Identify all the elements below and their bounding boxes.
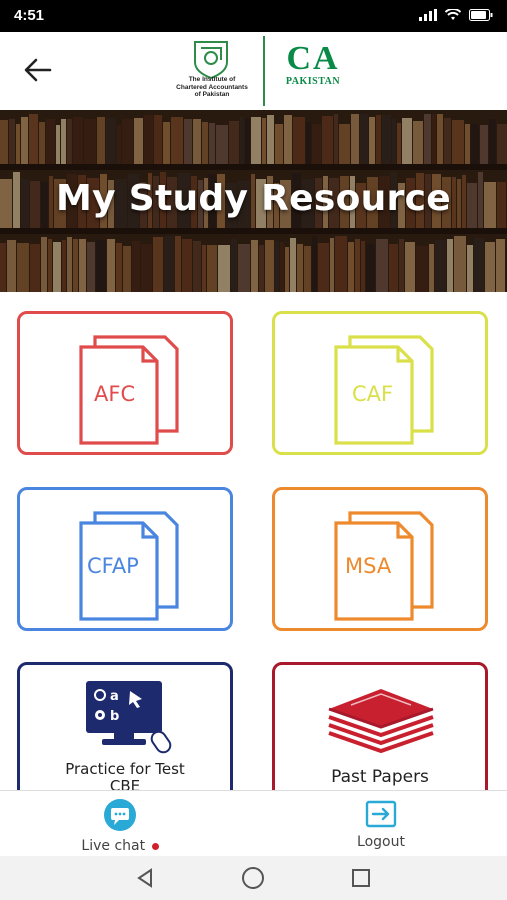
caf-label: CAF bbox=[352, 382, 394, 406]
nav-recents-icon[interactable] bbox=[350, 867, 372, 889]
logo-line-2: Chartered Accountants bbox=[176, 83, 248, 91]
status-time: 4:51 bbox=[14, 7, 45, 24]
svg-text:b: b bbox=[110, 709, 119, 724]
icap-logo: The Institute of Chartered Accountants o… bbox=[175, 36, 355, 106]
hero-banner: My Study Resource bbox=[0, 110, 507, 292]
signal-icon bbox=[419, 9, 437, 21]
practice-cbe-label: Practice for Test CBE bbox=[65, 760, 185, 791]
logout-button[interactable]: Logout bbox=[301, 799, 461, 850]
afc-card[interactable]: AFC bbox=[17, 311, 233, 455]
nav-home-icon[interactable] bbox=[241, 866, 265, 890]
wifi-icon bbox=[445, 9, 461, 20]
live-chat-button[interactable]: Live chat bbox=[40, 799, 200, 854]
ca-sub: PAKISTAN bbox=[285, 76, 341, 87]
live-chat-label: Live chat bbox=[81, 838, 146, 854]
bottom-bar: Live chat Logout bbox=[0, 790, 507, 857]
logo-caption: The Institute of Chartered Accountants o… bbox=[175, 76, 249, 99]
logout-icon bbox=[365, 800, 397, 828]
msa-card[interactable]: MSA bbox=[272, 487, 488, 631]
logout-label: Logout bbox=[357, 834, 405, 850]
logo-line-3: of Pakistan bbox=[194, 91, 230, 98]
computer-test-icon: a b bbox=[86, 681, 172, 754]
past-papers-label: Past Papers bbox=[331, 767, 429, 787]
status-icons bbox=[419, 9, 493, 21]
nav-back-icon[interactable] bbox=[134, 867, 156, 889]
cfap-card[interactable]: CFAP bbox=[17, 487, 233, 631]
system-nav-bar bbox=[0, 856, 507, 900]
back-arrow-icon[interactable] bbox=[22, 56, 54, 84]
msa-label: MSA bbox=[345, 554, 392, 578]
chat-bubble-icon bbox=[104, 799, 136, 831]
cfap-label: CFAP bbox=[87, 554, 139, 578]
svg-text:a: a bbox=[110, 689, 119, 704]
afc-label: AFC bbox=[94, 382, 136, 406]
logo-line-1: The Institute of bbox=[188, 76, 236, 83]
status-bar: 4:51 bbox=[0, 0, 507, 32]
paper-stack-icon bbox=[328, 689, 434, 754]
banner-title: My Study Resource bbox=[56, 178, 451, 219]
ca-mark: CA bbox=[286, 40, 340, 77]
app-header: The Institute of Chartered Accountants o… bbox=[0, 32, 507, 110]
caf-card[interactable]: CAF bbox=[272, 311, 488, 455]
resource-grid: AFC CAF CFAP MSA a b Practice for Test C… bbox=[0, 292, 507, 790]
notification-dot bbox=[151, 842, 159, 850]
past-papers-card[interactable]: Past Papers bbox=[272, 662, 488, 790]
battery-icon bbox=[469, 9, 493, 21]
ca-brand: CA PAKISTAN bbox=[273, 40, 353, 88]
practice-cbe-card[interactable]: a b Practice for Test CBE bbox=[17, 662, 233, 790]
